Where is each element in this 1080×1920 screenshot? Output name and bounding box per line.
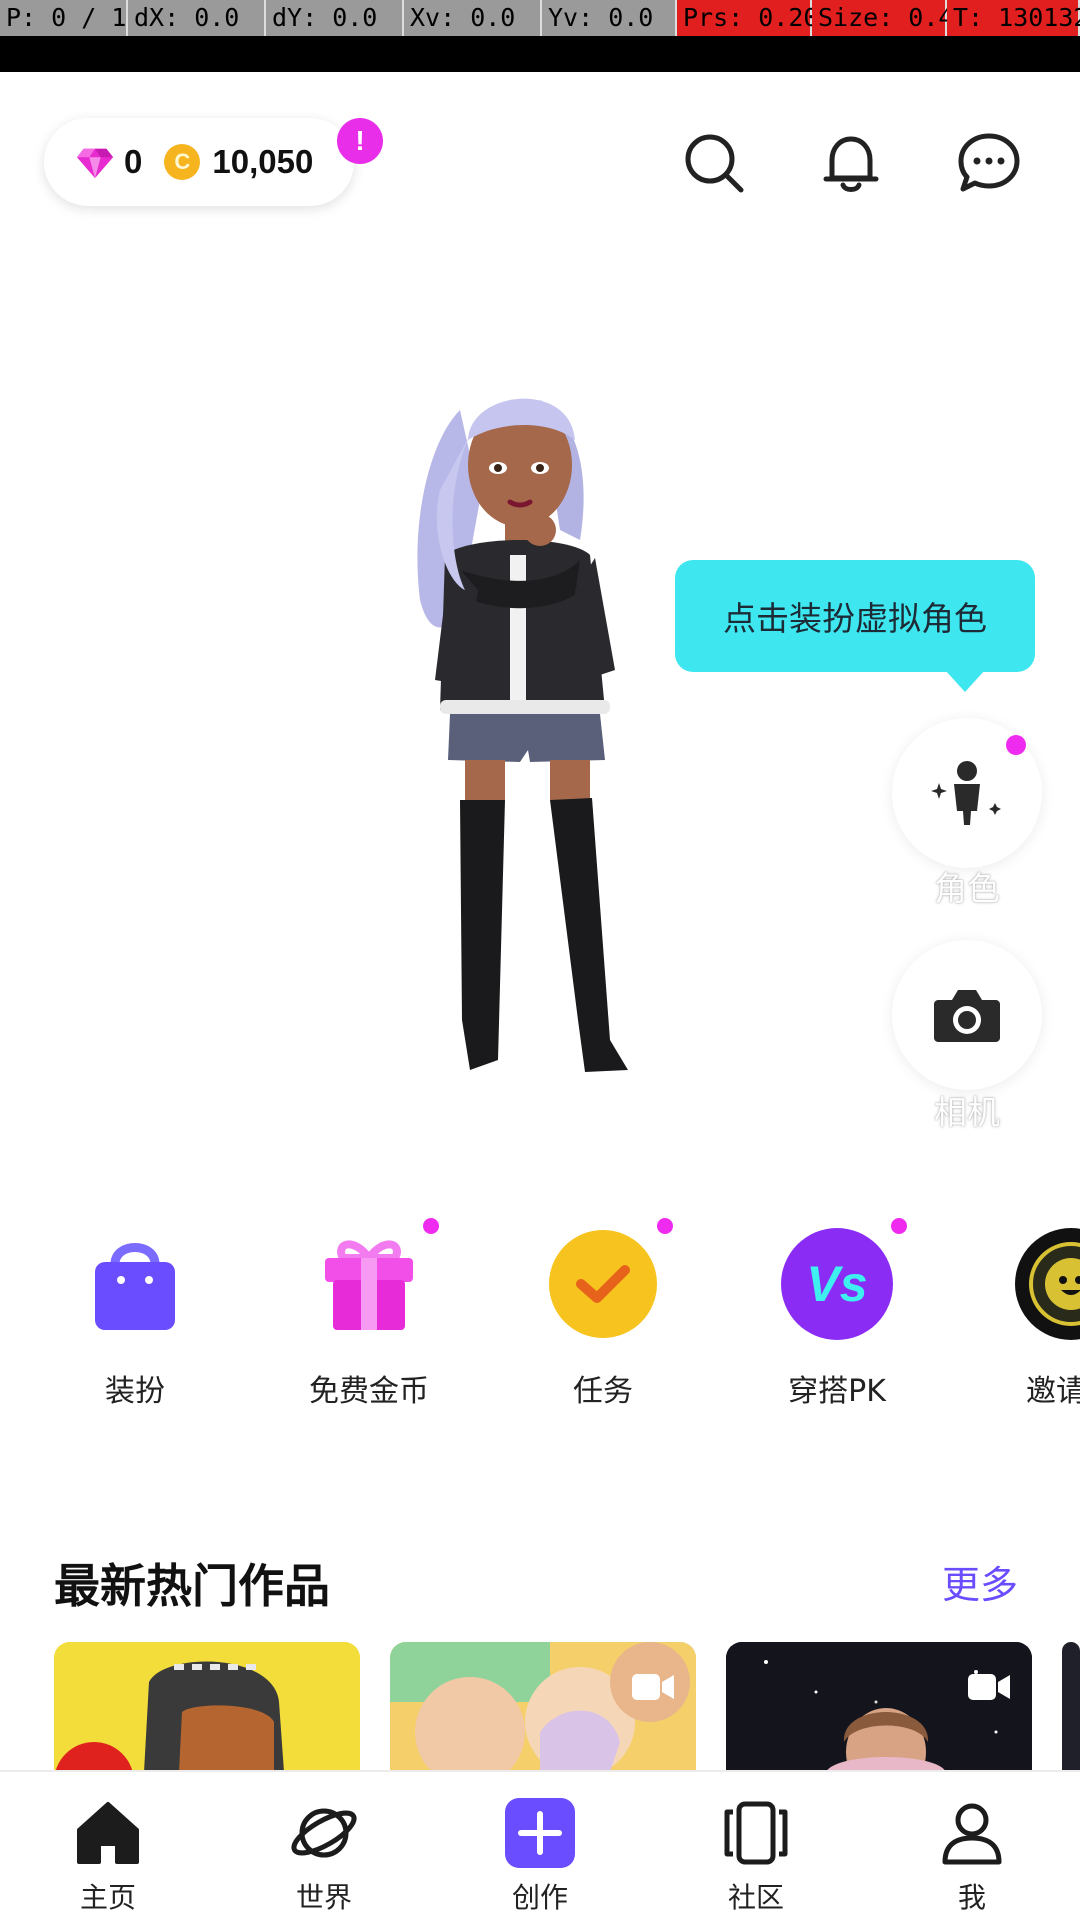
camera-button[interactable] — [892, 940, 1042, 1090]
community-icon — [724, 1801, 788, 1865]
planet-icon — [291, 1808, 357, 1858]
quick-action-dress-up[interactable]: 装扮 — [45, 1228, 225, 1410]
search-icon[interactable] — [681, 130, 747, 196]
debug-xv: Xv: 0.0 — [404, 0, 542, 36]
bottom-nav: 主页 世界 创作 社区 我 — [0, 1770, 1080, 1920]
work-thumbnail — [726, 1642, 1032, 1772]
coin-count: 10,050 — [212, 143, 314, 180]
section-title: 最新热门作品 — [54, 1559, 330, 1613]
bell-icon[interactable] — [818, 130, 884, 196]
quick-action-label: 装扮 — [105, 1374, 165, 1409]
gem-count: 0 — [124, 143, 143, 180]
video-icon — [632, 1674, 674, 1700]
character-badge-dot — [1006, 735, 1026, 755]
quick-action-label: 任务 — [573, 1374, 633, 1409]
camera-label: 相机 — [934, 1093, 1000, 1132]
debug-overlay: P: 0 / 1 dX: 0.0 dY: 0.0 Xv: 0.0 Yv: 0.0… — [0, 0, 1080, 36]
tasks-badge-dot — [657, 1218, 673, 1234]
debug-pointer: P: 0 / 1 — [0, 0, 128, 36]
tooltip[interactable]: 点击装扮虚拟角色 — [675, 560, 1035, 672]
nav-label: 创作 — [511, 1881, 568, 1914]
nav-home[interactable]: 主页 — [0, 1772, 216, 1920]
status-bar — [0, 36, 1080, 72]
work-card[interactable] — [726, 1642, 1032, 1772]
debug-dy: dY: 0.0 — [266, 0, 404, 36]
nav-world[interactable]: 世界 — [216, 1772, 432, 1920]
debug-yv: Yv: 0.0 — [542, 0, 677, 36]
quick-action-label: 邀请在 — [1026, 1374, 1080, 1409]
gem-icon — [76, 148, 114, 179]
more-link[interactable]: 更多 — [942, 1554, 1018, 1609]
camera-icon — [934, 990, 1000, 1042]
nav-label: 主页 — [79, 1881, 136, 1914]
debug-size: Size: 0.40 — [812, 0, 969, 36]
quick-action-invite[interactable]: 邀请在 — [981, 1228, 1080, 1410]
avatar-character[interactable] — [390, 380, 710, 1100]
debug-t: T: 130132 — [947, 0, 1080, 36]
profile-icon — [942, 1803, 1002, 1865]
nav-me[interactable]: 我 — [864, 1772, 1080, 1920]
create-icon — [505, 1798, 575, 1868]
debug-dx: dX: 0.0 — [128, 0, 266, 36]
coin-icon: C — [164, 144, 201, 180]
shopping-bag-icon — [95, 1243, 175, 1330]
quick-action-tasks[interactable]: 任务 — [513, 1218, 693, 1410]
nav-label: 我 — [957, 1881, 986, 1914]
video-icon — [968, 1674, 1010, 1700]
outfit-pk-badge-dot — [891, 1218, 907, 1234]
gift-icon — [325, 1240, 413, 1330]
tooltip-tail — [945, 670, 985, 692]
alert-badge[interactable]: ! — [337, 118, 383, 164]
quick-action-outfit-pk[interactable]: Vs 穿搭PK — [747, 1218, 927, 1410]
nav-label: 世界 — [295, 1881, 352, 1914]
quick-action-label: 穿搭PK — [788, 1374, 886, 1409]
work-card[interactable] — [54, 1642, 360, 1772]
nav-create[interactable]: 创作 — [432, 1772, 648, 1920]
quick-action-label: 免费金币 — [309, 1374, 429, 1409]
nav-community[interactable]: 社区 — [648, 1772, 864, 1920]
home-icon — [77, 1802, 139, 1864]
free-coins-badge-dot — [423, 1218, 439, 1234]
message-icon[interactable] — [956, 130, 1022, 196]
quick-action-free-coins[interactable]: 免费金币 — [279, 1218, 459, 1410]
work-thumbnail — [390, 1642, 696, 1772]
work-card[interactable] — [390, 1642, 696, 1772]
character-label: 角色 — [934, 869, 1000, 908]
nav-label: 社区 — [727, 1881, 784, 1914]
character-sparkle-icon — [931, 761, 1001, 825]
check-circle-icon — [549, 1230, 657, 1338]
work-thumbnail — [54, 1642, 360, 1772]
invite-icon — [1015, 1228, 1080, 1340]
debug-prs: Prs: 0.20 — [677, 0, 818, 36]
versus-icon-text: Vs — [806, 1256, 867, 1312]
versus-icon: Vs — [781, 1228, 893, 1340]
work-card-partial[interactable] — [1062, 1642, 1080, 1772]
wallet-pill[interactable]: 0 C 10,050 — [44, 118, 354, 206]
